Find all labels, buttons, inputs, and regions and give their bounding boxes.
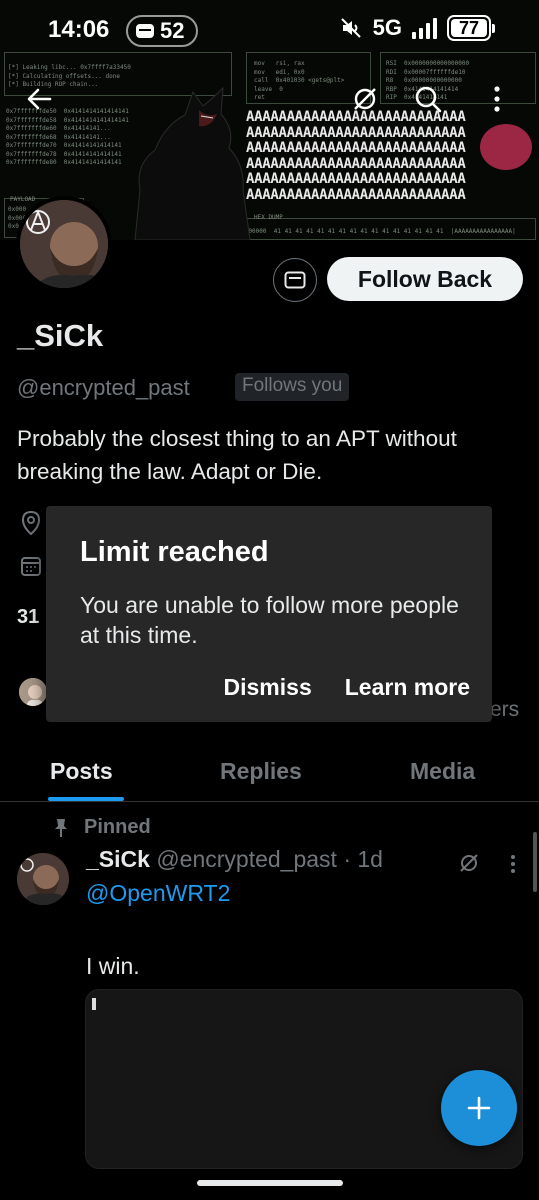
tab-media[interactable]: Media [410, 758, 475, 785]
dismiss-button[interactable]: Dismiss [224, 674, 312, 701]
limit-reached-dialog: Limit reached You are unable to follow m… [46, 506, 492, 722]
envelope-icon [284, 271, 306, 289]
overflow-payload-text: AAAAAAAAAAAAAAAAAAAAAAAAAAA AAAAAAAAAAAA… [246, 109, 466, 203]
wallet-icon [136, 24, 154, 38]
plus-icon [467, 1096, 491, 1120]
payload-label: PAYLOAD [10, 196, 36, 203]
following-count[interactable]: 31 [17, 606, 39, 629]
status-bar: 14:06 52 5G 77 [0, 0, 539, 62]
home-indicator[interactable] [197, 1180, 343, 1186]
post-header: _SiCk @encrypted_past · 1d [86, 846, 383, 873]
location-icon [21, 510, 41, 536]
pink-glow [480, 124, 532, 170]
more-vertical-icon[interactable] [490, 84, 504, 114]
pinned-text: Pinned [84, 816, 151, 838]
profile-bio: Probably the closest thing to an APT wit… [17, 426, 457, 484]
active-tab-indicator [48, 797, 124, 801]
post-text: I win. [86, 953, 140, 979]
post-more-icon[interactable] [508, 853, 518, 875]
learn-more-button[interactable]: Learn more [345, 674, 470, 701]
post-author-name[interactable]: _SiCk [86, 846, 150, 872]
follow-back-button[interactable]: Follow Back [327, 257, 523, 301]
followed-by-avatar [17, 676, 49, 708]
post-author-avatar[interactable] [17, 853, 69, 905]
avatar-image [17, 853, 69, 905]
dialog-actions: Dismiss Learn more [224, 674, 470, 701]
asm-code: mov rsi, rax mov edi, 0x0 call 0x401030 … [254, 60, 345, 101]
dialog-title: Limit reached [80, 536, 269, 568]
message-button[interactable] [273, 258, 317, 302]
profile-handle: @encrypted_past [17, 375, 190, 400]
network-type: 5G [372, 15, 402, 40]
tab-posts[interactable]: Posts [50, 758, 113, 785]
signal-icon [412, 17, 437, 39]
dialog-message: You are unable to follow more people at … [80, 592, 459, 648]
grok-icon[interactable] [456, 850, 482, 876]
profile-display-name: _SiCk [17, 318, 104, 353]
hexdump-line: 0x0000000 41 41 41 41 41 41 41 41 41 41 … [234, 228, 516, 235]
follows-you-badge: Follows you [235, 373, 350, 401]
scroll-indicator [533, 832, 537, 892]
profile-tabs: Posts Replies Media [0, 740, 539, 802]
calendar-icon [21, 557, 41, 576]
terminal-cursor [92, 998, 96, 1010]
aaa-line: AAAAAAAAAAAAAAAAAAAAAAAAAAA [246, 140, 466, 156]
avatar-image [20, 200, 108, 288]
black-cat-image [134, 86, 251, 240]
post-mention-link[interactable]: @OpenWRT2 [86, 880, 230, 907]
aaa-line: AAAAAAAAAAAAAAAAAAAAAAAAAAA [246, 171, 466, 187]
post-author-handle[interactable]: @encrypted_past · 1d [156, 846, 383, 872]
back-arrow-icon[interactable] [24, 84, 54, 114]
search-icon[interactable] [412, 83, 444, 115]
battery-level: 77 [451, 19, 487, 37]
status-time: 14:06 [48, 16, 110, 43]
pinned-label: Pinned [52, 816, 151, 839]
grok-icon[interactable] [350, 84, 380, 114]
aaa-line: AAAAAAAAAAAAAAAAAAAAAAAAAAA [246, 186, 466, 203]
aaa-line: AAAAAAAAAAAAAAAAAAAAAAAAAAA [246, 155, 466, 172]
pin-icon [55, 818, 67, 837]
tab-replies[interactable]: Replies [220, 758, 302, 785]
notification-count: 52 [160, 18, 185, 43]
battery-icon: 77 [447, 15, 495, 41]
profile-avatar[interactable] [16, 196, 112, 292]
compose-button[interactable] [441, 1070, 517, 1146]
followers-you-know-text[interactable]: ers [490, 698, 519, 722]
status-icons: 5G 77 [339, 15, 495, 41]
aaa-line: AAAAAAAAAAAAAAAAAAAAAAAAAAA [246, 124, 466, 141]
notification-pill: 52 [126, 15, 198, 47]
mute-icon [340, 18, 361, 38]
